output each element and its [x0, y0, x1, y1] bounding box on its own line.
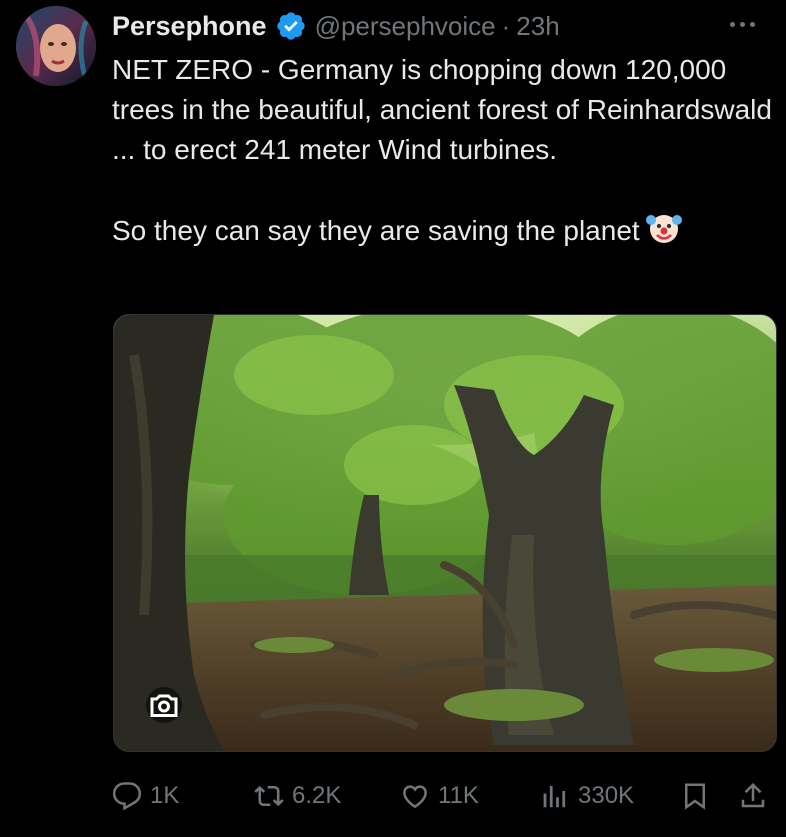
- share-icon: [741, 782, 765, 808]
- reply-icon: [112, 782, 142, 811]
- reply-count: 1K: [150, 782, 180, 809]
- tweet-text-paragraph-2: So they can say they are saving the plan…: [112, 210, 772, 251]
- retweet-count: 6.2K: [292, 782, 342, 809]
- author-avatar[interactable]: [16, 6, 96, 86]
- share-button[interactable]: [738, 776, 776, 816]
- tweet-text-paragraph-2-text: So they can say they are saving the plan…: [112, 215, 640, 246]
- tweet-text: NET ZERO - Germany is chopping down 120,…: [112, 50, 772, 251]
- views-button[interactable]: 330K: [540, 776, 634, 816]
- tweet-image[interactable]: [113, 314, 777, 752]
- separator: ·: [501, 10, 511, 41]
- bookmark-button[interactable]: [680, 776, 718, 816]
- heart-icon: [403, 785, 427, 809]
- reply-button[interactable]: 1K: [112, 776, 179, 816]
- verified-badge-icon[interactable]: [275, 10, 307, 42]
- tweet-text-paragraph-1: NET ZERO - Germany is chopping down 120,…: [112, 54, 772, 165]
- bookmark-icon: [685, 783, 705, 810]
- tweet-header: Persephone @persephvoice · 23h: [112, 8, 766, 44]
- like-count: 11K: [438, 782, 479, 809]
- tweet-action-bar: 1K 6.2K 11K 330K: [112, 776, 776, 816]
- clown-face-emoji-icon: [645, 215, 682, 243]
- retweet-icon: [254, 785, 284, 807]
- retweet-button[interactable]: 6.2K: [254, 776, 341, 816]
- views-chart-icon: [543, 786, 566, 808]
- author-handle[interactable]: @persephvoice: [315, 11, 496, 42]
- more-options-icon[interactable]: [730, 12, 766, 36]
- like-button[interactable]: 11K: [400, 776, 479, 816]
- views-count: 330K: [578, 782, 635, 809]
- alt-text-camera-icon[interactable]: [146, 687, 182, 723]
- timestamp[interactable]: 23h: [516, 11, 559, 42]
- author-name[interactable]: Persephone: [112, 11, 267, 42]
